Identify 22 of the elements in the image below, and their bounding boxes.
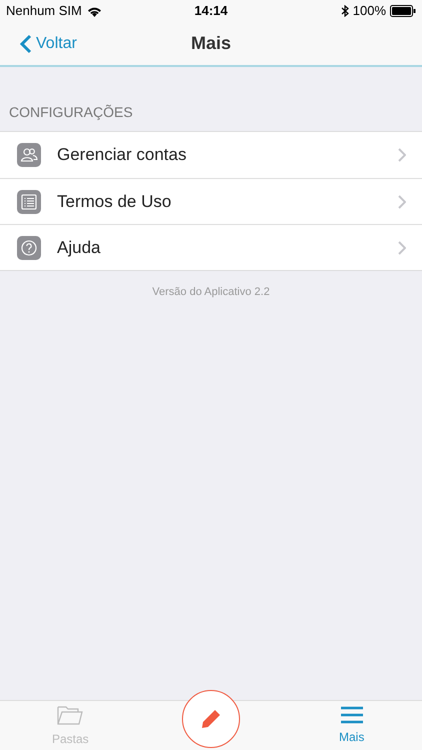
folder-icon [57,704,84,726]
chevron-right-icon [398,194,406,208]
battery-percent: 100% [352,2,386,20]
version-text: Versão do Aplicativo 2.2 [152,285,270,300]
settings-row[interactable]: Ajuda [0,224,422,270]
menu-icon [340,706,363,724]
carrier-name: Nenhum SIM [6,2,82,20]
section-header: CONFIGURAÇÕES [9,104,133,120]
settings-row[interactable]: Termos de Uso [0,178,422,224]
wifi-icon [86,6,102,16]
list-icon [17,190,41,214]
bluetooth-icon [340,5,349,17]
question-icon [17,236,41,260]
people-icon [17,143,41,167]
battery-icon [390,5,416,17]
clock-time: 14:14 [194,2,228,20]
screen-title: Mais [190,32,232,55]
pencil-icon [200,708,222,730]
chevron-right-icon [398,240,406,254]
chevron-right-icon [398,148,406,162]
chevron-left-icon [20,34,32,54]
settings-row[interactable]: Gerenciar contas [0,132,422,178]
